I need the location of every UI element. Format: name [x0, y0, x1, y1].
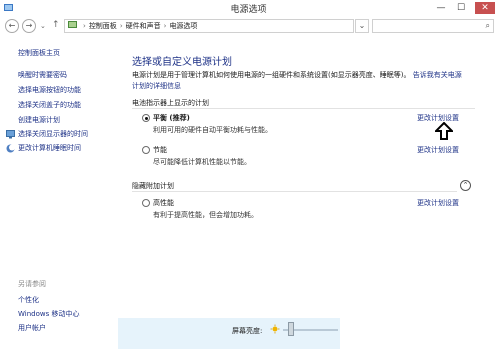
description-text: 电源计划是用于管理计算机如何使用电源的一组硬件和系统设置(如显示器亮度、睡眠等)…: [132, 71, 411, 79]
change-plan-settings-high-performance[interactable]: 更改计划设置: [417, 198, 459, 208]
plan-balanced-name[interactable]: 平衡 (推荐): [153, 113, 190, 123]
up-button[interactable]: ↑: [52, 20, 60, 30]
divider: [132, 108, 475, 109]
sidebar-item-display-off[interactable]: 选择关闭显示器的时间: [18, 129, 88, 139]
breadcrumb-control-panel[interactable]: 控制面板: [89, 22, 117, 30]
breadcrumb-separator: ›: [119, 22, 123, 30]
plan-power-saver-radio[interactable]: [142, 146, 150, 154]
plan-power-saver-name[interactable]: 节能: [153, 145, 167, 155]
sidebar-item-create-plan[interactable]: 创建电源计划: [18, 115, 60, 125]
sidebar-home-link[interactable]: 控制面板主页: [18, 48, 60, 58]
control-panel-icon: [68, 21, 77, 28]
minimize-button[interactable]: —: [434, 2, 448, 14]
brightness-label: 屏幕亮度:: [232, 327, 263, 335]
sidebar-item-power-buttons[interactable]: 选择电源按钮的功能: [18, 85, 81, 95]
see-also-user-accounts[interactable]: 用户帐户: [18, 323, 46, 333]
address-bar: ← → ⌄ ↑ › 控制面板 › 硬件和声音 › 电源选项 ⌄ ⌕: [0, 16, 497, 36]
collapse-chevron-icon[interactable]: ⌃: [460, 180, 471, 191]
plan-balanced-radio[interactable]: [142, 114, 150, 122]
forward-button[interactable]: →: [22, 19, 36, 33]
display-icon: [6, 130, 15, 139]
recent-pages-dropdown[interactable]: ⌄: [40, 22, 46, 30]
sidebar-item-lid-close[interactable]: 选择关闭盖子的功能: [18, 100, 81, 110]
see-also-heading: 另请参阅: [18, 280, 46, 288]
breadcrumb-separator: ›: [83, 22, 86, 30]
maximize-button[interactable]: ☐: [454, 2, 468, 14]
see-also-mobility-center[interactable]: Windows 移动中心: [18, 309, 79, 319]
sidebar-item-wake-password[interactable]: 唤醒时需要密码: [18, 70, 67, 80]
plan-high-performance-name[interactable]: 高性能: [153, 198, 174, 208]
change-plan-settings-power-saver[interactable]: 更改计划设置: [417, 145, 459, 155]
breadcrumb-hardware-sound[interactable]: 硬件和声音: [126, 22, 161, 30]
page-title: 选择或自定义电源计划: [132, 57, 232, 68]
window-title: 电源选项: [230, 5, 267, 15]
address-dropdown-button[interactable]: ⌄: [355, 19, 369, 33]
page-description: 电源计划是用于管理计算机如何使用电源的一组硬件和系统设置(如显示器亮度、睡眠等)…: [132, 70, 462, 92]
plan-balanced-desc: 利用可用的硬件自动平衡功耗与性能。: [153, 126, 272, 134]
brightness-bar: [118, 318, 340, 349]
brightness-slider-thumb[interactable]: [288, 322, 295, 336]
sidebar-item-sleep-time[interactable]: 更改计算机睡眠时间: [18, 143, 81, 153]
breadcrumb-separator: ›: [163, 22, 167, 30]
search-input[interactable]: ⌕: [372, 19, 494, 33]
breadcrumb-power-options[interactable]: 电源选项: [169, 22, 197, 30]
breadcrumb[interactable]: › 控制面板 › 硬件和声音 › 电源选项: [64, 19, 354, 33]
close-button[interactable]: ✕: [475, 2, 495, 14]
back-button[interactable]: ←: [5, 19, 19, 33]
see-also-personalize[interactable]: 个性化: [18, 295, 39, 305]
plan-high-performance-radio[interactable]: [142, 199, 150, 207]
group-label-hidden-plans[interactable]: 隐藏附加计划: [132, 181, 174, 191]
plan-power-saver-desc: 尽可能降低计算机性能以节能。: [153, 158, 251, 166]
brightness-sun-icon: [270, 324, 280, 334]
title-bar: 电源选项 — ☐ ✕: [0, 0, 497, 16]
moon-icon: [6, 144, 15, 153]
search-icon[interactable]: ⌕: [486, 21, 490, 31]
group-label-battery-plans: 电池指示器上显示的计划: [132, 99, 209, 107]
divider: [132, 191, 457, 192]
plan-high-performance-desc: 有利于提高性能，但会增加功耗。: [153, 211, 258, 219]
up-arrow-icon: [435, 122, 453, 140]
